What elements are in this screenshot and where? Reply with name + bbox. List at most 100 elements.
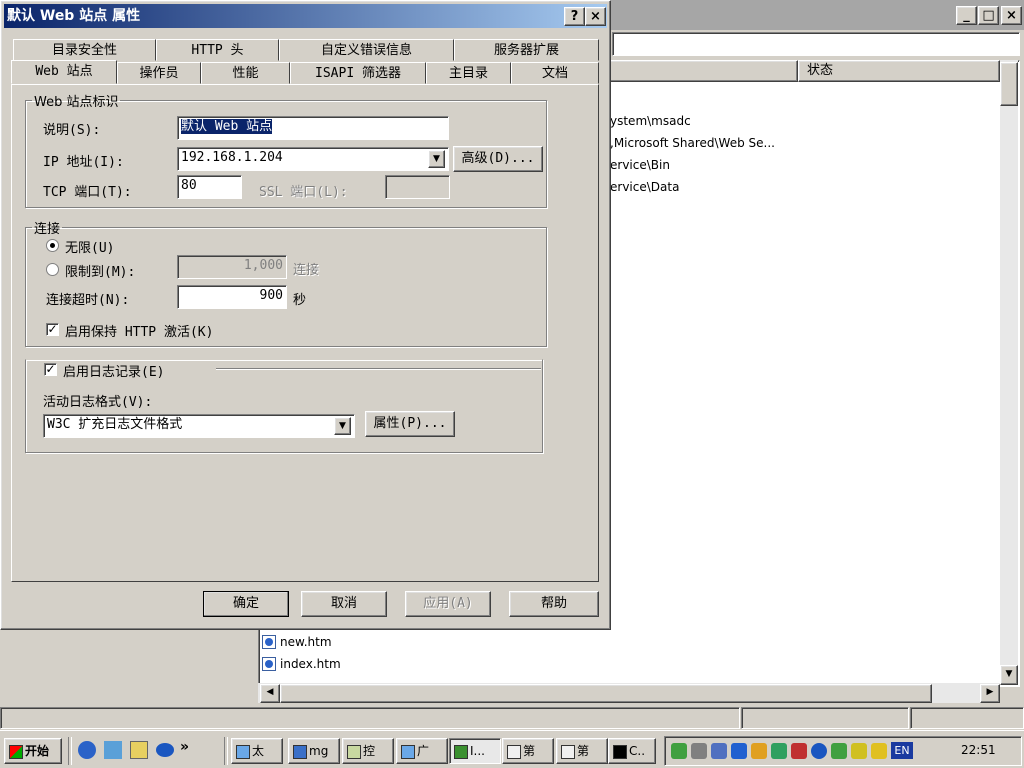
taskbar-separator xyxy=(224,737,228,765)
tab-home-directory[interactable]: 主目录 xyxy=(426,62,511,84)
tray-app-icon[interactable] xyxy=(831,743,847,759)
address-bar[interactable] xyxy=(612,32,1020,56)
taskbar-item[interactable]: mg xyxy=(288,738,340,764)
taskbar-item[interactable]: 第 xyxy=(556,738,608,764)
tray-app-icon[interactable] xyxy=(731,743,747,759)
logging-group-line xyxy=(216,368,541,369)
advanced-button[interactable]: 高级(D)... xyxy=(453,146,543,172)
tab-directory-security[interactable]: 目录安全性 xyxy=(13,39,156,61)
file-name: new.htm xyxy=(280,635,332,649)
properties-dialog: 默认 Web 站点 属性 ? × 目录安全性 HTTP 头 自定义错误信息 服务… xyxy=(0,0,611,630)
log-properties-button[interactable]: 属性(P)... xyxy=(365,411,455,437)
scroll-down-icon[interactable]: ▼ xyxy=(1000,665,1018,685)
list-item[interactable]: ystem\msadc xyxy=(610,114,691,128)
desktop-icon[interactable] xyxy=(104,741,122,759)
tab-server-extensions[interactable]: 服务器扩展 xyxy=(454,39,599,61)
list-item[interactable]: ervice\Bin xyxy=(610,158,670,172)
tab-http-headers[interactable]: HTTP 头 xyxy=(156,39,279,61)
language-indicator[interactable]: EN xyxy=(891,742,913,759)
list-item[interactable]: new.htm xyxy=(262,635,332,649)
scroll-thumb[interactable] xyxy=(1000,62,1018,106)
tab-custom-errors[interactable]: 自定义错误信息 xyxy=(279,39,454,61)
limited-label: 限制到(M): xyxy=(65,265,136,280)
scroll-left-icon[interactable]: ◀ xyxy=(260,684,280,703)
control-panel-icon xyxy=(347,744,361,759)
tray-app-icon[interactable] xyxy=(751,743,767,759)
tray-app-icon[interactable] xyxy=(711,743,727,759)
tab-operators[interactable]: 操作员 xyxy=(117,62,201,84)
start-button[interactable]: 开始 xyxy=(4,738,62,764)
taskbar-item-active[interactable]: I... xyxy=(449,738,501,764)
status-pane xyxy=(0,707,740,729)
taskbar-item[interactable]: 控 xyxy=(342,738,394,764)
unlimited-label: 无限(U) xyxy=(65,241,115,256)
tab-documents[interactable]: 文档 xyxy=(511,62,599,84)
keepalive-label: 启用保持 HTTP 激活(K) xyxy=(65,325,214,340)
ok-button[interactable]: 确定 xyxy=(203,591,289,617)
ip-address-label: IP 地址(I): xyxy=(43,155,124,170)
taskbar-item[interactable]: 太 xyxy=(231,738,283,764)
ie-icon xyxy=(236,744,250,759)
column-header-status[interactable]: 状态 xyxy=(798,60,1000,82)
ip-address-select[interactable]: 192.168.1.204 xyxy=(177,147,449,171)
limited-radio[interactable] xyxy=(46,263,59,276)
clock[interactable]: 22:51 xyxy=(961,743,996,757)
close-button[interactable]: × xyxy=(1001,6,1022,25)
tray-app-icon[interactable] xyxy=(771,743,787,759)
vertical-scrollbar[interactable]: ▼ xyxy=(1000,60,1018,685)
tray-app-icon[interactable] xyxy=(851,743,867,759)
timeout-input[interactable]: 900 xyxy=(177,285,287,309)
help-button[interactable]: ? xyxy=(564,7,585,26)
iis-icon xyxy=(454,744,468,759)
lock-icon[interactable] xyxy=(871,743,887,759)
list-item[interactable]: ervice\Data xyxy=(610,180,679,194)
status-pane xyxy=(741,707,909,729)
shield-icon[interactable] xyxy=(791,743,807,759)
taskbar-item[interactable]: 第 xyxy=(502,738,554,764)
maximize-button[interactable]: □ xyxy=(978,6,999,25)
tab-web-site[interactable]: Web 站点 xyxy=(11,60,117,84)
list-item[interactable]: index.htm xyxy=(262,657,341,671)
image-icon xyxy=(293,744,307,759)
start-label: 开始 xyxy=(25,744,50,758)
scroll-thumb[interactable] xyxy=(280,684,932,703)
cancel-button[interactable]: 取消 xyxy=(301,591,387,617)
tab-isapi-filters[interactable]: ISAPI 筛选器 xyxy=(290,62,426,84)
minimize-button[interactable]: _ xyxy=(956,6,977,25)
taskbar-item-label: 第 xyxy=(577,744,590,758)
network-icon[interactable] xyxy=(671,743,687,759)
keepalive-checkbox[interactable]: ✓ xyxy=(46,323,59,336)
taskbar-item-label: 太 xyxy=(252,744,265,758)
ie-icon[interactable] xyxy=(78,741,96,759)
file-name: index.htm xyxy=(280,657,341,671)
tab-performance[interactable]: 性能 xyxy=(201,62,290,84)
scroll-right-icon[interactable]: ▶ xyxy=(980,684,1000,703)
help-text-button[interactable]: 帮助 xyxy=(509,591,599,617)
log-format-label: 活动日志格式(V): xyxy=(43,395,153,410)
tcp-port-input[interactable]: 80 xyxy=(177,175,242,199)
list-item[interactable]: ,Microsoft Shared\Web Se... xyxy=(610,136,775,150)
chevron-down-icon[interactable]: ▼ xyxy=(334,417,351,435)
tcp-port-label: TCP 端口(T): xyxy=(43,185,132,200)
taskbar-item[interactable]: 广 xyxy=(396,738,448,764)
chevron-down-icon[interactable]: ▼ xyxy=(428,150,445,168)
messenger-icon[interactable] xyxy=(811,743,827,759)
description-input[interactable]: 默认 Web 站点 xyxy=(177,116,449,140)
messenger-icon[interactable] xyxy=(156,743,174,757)
volume-icon[interactable] xyxy=(691,743,707,759)
unlimited-radio[interactable] xyxy=(46,239,59,252)
html-file-icon xyxy=(262,635,276,649)
taskbar-item[interactable]: C.. xyxy=(608,738,656,764)
apply-button: 应用(A) xyxy=(405,591,491,617)
ssl-port-input xyxy=(385,175,450,199)
dialog-title: 默认 Web 站点 属性 xyxy=(4,4,607,28)
enable-logging-checkbox[interactable]: ✓ xyxy=(44,363,57,376)
description-label: 说明(S): xyxy=(43,123,101,138)
dialog-close-button[interactable]: × xyxy=(585,7,606,26)
chevron-right-icon[interactable]: » xyxy=(180,739,189,755)
ssl-port-label: SSL 端口(L): xyxy=(259,185,348,200)
outlook-icon[interactable] xyxy=(130,741,148,759)
horizontal-scrollbar[interactable]: ◀ ▶ xyxy=(258,683,1000,703)
description-value: 默认 Web 站点 xyxy=(181,119,273,134)
log-format-select[interactable]: W3C 扩充日志文件格式 xyxy=(43,414,355,438)
